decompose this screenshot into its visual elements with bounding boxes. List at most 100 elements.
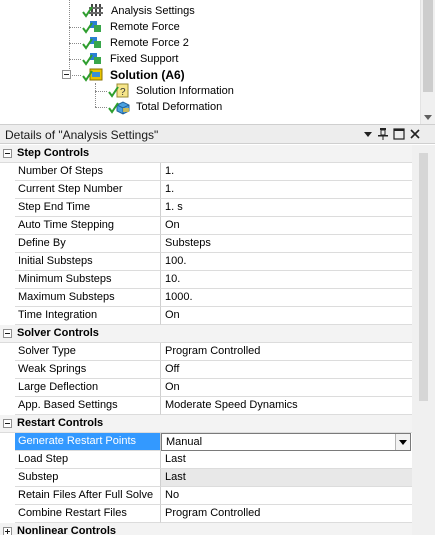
chevron-down-icon[interactable]	[395, 434, 410, 450]
property-row-app-based-settings[interactable]: App. Based Settings Moderate Speed Dynam…	[0, 397, 412, 415]
property-value[interactable]: Program Controlled	[161, 505, 412, 523]
tree-connector	[69, 43, 81, 44]
property-row-number-of-steps[interactable]: Number Of Steps 1.	[0, 163, 412, 181]
tree-item-remote-force-2[interactable]: Remote Force 2	[82, 35, 232, 51]
tree-item-label: Remote Force 2	[110, 37, 189, 49]
property-name: Auto Time Stepping	[15, 217, 161, 235]
property-value[interactable]: 1.	[161, 163, 412, 181]
property-name: Define By	[15, 235, 161, 253]
tree-item-solution-information[interactable]: ? Solution Information	[108, 83, 268, 99]
property-row-retain-files-after-full-solve[interactable]: Retain Files After Full Solve No	[0, 487, 412, 505]
property-row-minimum-substeps[interactable]: Minimum Substeps 10.	[0, 271, 412, 289]
tree-item-remote-force[interactable]: Remote Force	[82, 19, 232, 35]
property-value[interactable]: Last	[161, 451, 412, 469]
property-value[interactable]: On	[161, 217, 412, 235]
dropdown-selected-value: Manual	[166, 436, 203, 448]
tree-item-analysis-settings[interactable]: Analysis Settings	[82, 3, 232, 19]
property-name: Large Deflection	[15, 379, 161, 397]
property-value[interactable]: 1.	[161, 181, 412, 199]
tree-item-fixed-support[interactable]: Fixed Support	[82, 51, 232, 67]
pin-icon[interactable]	[376, 127, 390, 141]
property-name: Retain Files After Full Solve	[15, 487, 161, 505]
property-row-auto-time-stepping[interactable]: Auto Time Stepping On	[0, 217, 412, 235]
property-name: Number Of Steps	[15, 163, 161, 181]
property-row-step-end-time[interactable]: Step End Time 1. s	[0, 199, 412, 217]
tree-connector	[69, 59, 81, 60]
group-nonlinear-controls[interactable]: Nonlinear Controls	[0, 523, 412, 535]
tree-item-label: Solution Information	[136, 85, 234, 97]
analysis-settings-icon	[82, 4, 103, 18]
tree-item-label: Remote Force	[110, 21, 180, 33]
property-value[interactable]: 10.	[161, 271, 412, 289]
collapse-toggle[interactable]	[62, 70, 71, 79]
property-name: Time Integration	[15, 307, 161, 325]
tree-item-label: Fixed Support	[110, 53, 179, 65]
property-value[interactable]: 100.	[161, 253, 412, 271]
details-panel-header: Details of "Analysis Settings"	[0, 124, 435, 144]
tree-scrollbar-thumb[interactable]	[423, 0, 433, 92]
property-name: Substep	[15, 469, 161, 487]
property-value[interactable]: Off	[161, 361, 412, 379]
remote-force-icon	[82, 37, 101, 50]
property-value[interactable]: On	[161, 379, 412, 397]
property-name: App. Based Settings	[15, 397, 161, 415]
remote-force-icon	[82, 21, 101, 34]
tree-connector	[95, 107, 107, 108]
close-icon[interactable]	[408, 127, 422, 141]
property-row-combine-restart-files[interactable]: Combine Restart Files Program Controlled	[0, 505, 412, 523]
property-row-define-by[interactable]: Define By Substeps	[0, 235, 412, 253]
tree-scrollbar[interactable]	[420, 0, 435, 124]
property-name: Load Step	[15, 451, 161, 469]
panel-menu-dropdown-icon[interactable]	[361, 127, 375, 141]
scroll-down-arrow-icon[interactable]	[424, 115, 432, 120]
property-name: Combine Restart Files	[15, 505, 161, 523]
tree-item-total-deformation[interactable]: Total Deformation	[108, 99, 268, 115]
property-row-load-step[interactable]: Load Step Last	[0, 451, 412, 469]
property-name: Weak Springs	[15, 361, 161, 379]
collapse-toggle[interactable]	[3, 419, 12, 428]
property-row-substep[interactable]: Substep Last	[0, 469, 412, 487]
generate-restart-points-dropdown[interactable]: Manual	[161, 433, 411, 451]
property-row-current-step-number[interactable]: Current Step Number 1.	[0, 181, 412, 199]
group-label: Solver Controls	[17, 327, 99, 339]
property-row-generate-restart-points[interactable]: Generate Restart Points Manual	[0, 433, 412, 451]
property-name: Generate Restart Points	[15, 433, 161, 451]
property-name: Solver Type	[15, 343, 161, 361]
tree-item-solution[interactable]: Solution (A6)	[82, 67, 232, 83]
property-name: Minimum Substeps	[15, 271, 161, 289]
tree-item-label: Analysis Settings	[111, 5, 195, 17]
expand-toggle[interactable]	[3, 527, 12, 535]
group-label: Nonlinear Controls	[17, 525, 117, 535]
details-panel-title: Details of "Analysis Settings"	[5, 128, 159, 142]
outline-tree: Analysis Settings Remote Force Remote Fo…	[0, 0, 435, 124]
property-value[interactable]: No	[161, 487, 412, 505]
property-value[interactable]: Moderate Speed Dynamics	[161, 397, 412, 415]
group-restart-controls[interactable]: Restart Controls	[0, 415, 412, 433]
property-row-initial-substeps[interactable]: Initial Substeps 100.	[0, 253, 412, 271]
property-row-weak-springs[interactable]: Weak Springs Off	[0, 361, 412, 379]
svg-text:?: ?	[120, 87, 126, 98]
collapse-toggle[interactable]	[3, 329, 12, 338]
property-row-maximum-substeps[interactable]: Maximum Substeps 1000.	[0, 289, 412, 307]
group-solver-controls[interactable]: Solver Controls	[0, 325, 412, 343]
property-value: Last	[161, 469, 412, 487]
details-scrollbar[interactable]	[412, 145, 435, 535]
group-step-controls[interactable]: Step Controls	[0, 145, 412, 163]
property-value[interactable]: 1. s	[161, 199, 412, 217]
property-value[interactable]: On	[161, 307, 412, 325]
tree-item-label: Total Deformation	[136, 101, 223, 113]
property-name: Step End Time	[15, 199, 161, 217]
group-label: Step Controls	[17, 147, 90, 159]
property-row-solver-type[interactable]: Solver Type Program Controlled	[0, 343, 412, 361]
property-row-large-deflection[interactable]: Large Deflection On	[0, 379, 412, 397]
group-label: Restart Controls	[17, 417, 104, 429]
maximize-icon[interactable]	[392, 127, 406, 141]
collapse-toggle[interactable]	[3, 149, 12, 158]
details-scrollbar-thumb[interactable]	[419, 153, 428, 401]
property-value[interactable]: 1000.	[161, 289, 412, 307]
tree-connector	[72, 75, 81, 76]
property-value[interactable]: Program Controlled	[161, 343, 412, 361]
tree-connector	[95, 83, 96, 107]
property-value[interactable]: Substeps	[161, 235, 412, 253]
property-row-time-integration[interactable]: Time Integration On	[0, 307, 412, 325]
